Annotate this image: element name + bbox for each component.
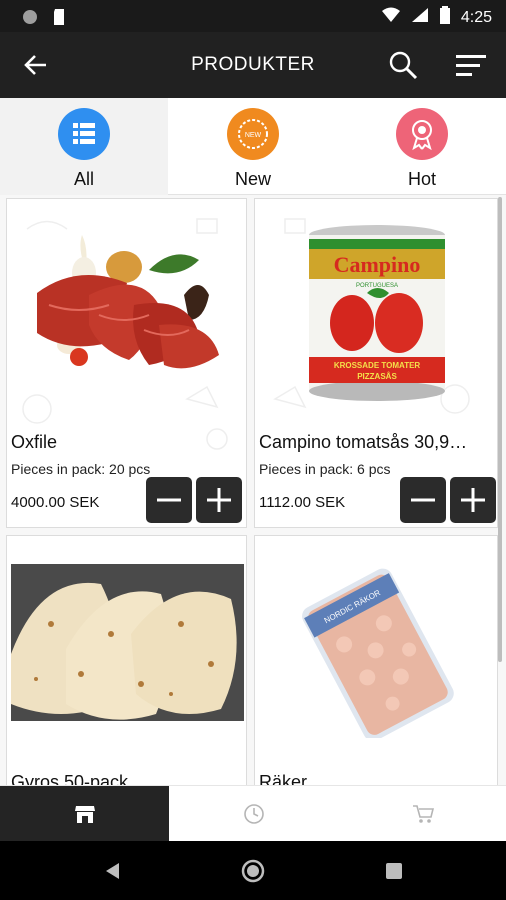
nav-cart[interactable]	[338, 786, 506, 842]
battery-icon	[439, 6, 451, 29]
product-card[interactable]: Campino PORTUGUESA KROSSADE TOMATER PIZZ…	[254, 198, 498, 528]
can-brand-text: Campino	[334, 252, 421, 277]
award-ribbon-icon	[396, 108, 448, 160]
minus-icon	[157, 498, 181, 502]
clock-icon	[243, 804, 264, 824]
cart-icon	[412, 805, 434, 823]
product-card[interactable]: NORDIC RÄKOR Räker	[254, 535, 498, 785]
product-name: Campino tomatsås 30,9…	[259, 432, 468, 452]
category-tabs: All NEW New Hot	[0, 98, 506, 195]
grid-scrollbar[interactable]	[498, 197, 502, 662]
minus-icon	[411, 498, 435, 502]
store-icon	[74, 806, 95, 823]
signal-icon	[411, 7, 429, 28]
system-recents-icon[interactable]	[382, 859, 406, 883]
wifi-icon	[381, 7, 401, 28]
new-badge-icon: NEW	[227, 108, 279, 160]
product-price: 1112.00 SEK	[259, 494, 346, 511]
plus-icon	[461, 488, 485, 512]
can-line2-text: PIZZASÅS	[357, 372, 397, 381]
product-image	[29, 225, 229, 375]
bottom-navigation	[0, 785, 506, 842]
nav-store[interactable]	[0, 786, 169, 842]
increase-quantity-button[interactable]	[196, 477, 242, 523]
notification-dot-icon	[22, 9, 38, 30]
product-name: Oxfile	[11, 432, 58, 452]
system-navigation-bar	[0, 841, 506, 900]
product-pack-size: Pieces in pack: 6 pcs	[259, 461, 391, 477]
product-image: Campino PORTUGUESA KROSSADE TOMATER PIZZ…	[307, 223, 447, 403]
system-back-icon[interactable]	[101, 859, 125, 883]
tab-all[interactable]: All	[0, 98, 168, 195]
product-card[interactable]: Oxfile Pieces in pack: 20 pcs 4000.00 SE…	[6, 198, 247, 528]
tab-new[interactable]: NEW New	[169, 98, 337, 195]
new-badge-text: NEW	[245, 132, 262, 139]
product-card[interactable]: Gyros 50-pack	[6, 535, 247, 785]
app-bar: PRODUKTER	[0, 32, 506, 98]
tab-label-all: All	[73, 169, 94, 189]
search-icon[interactable]	[388, 50, 418, 80]
product-grid: Oxfile Pieces in pack: 20 pcs 4000.00 SE…	[0, 195, 506, 785]
product-image	[11, 564, 244, 721]
tab-label-hot: Hot	[407, 169, 436, 189]
nav-history[interactable]	[169, 786, 338, 842]
product-pack-size: Pieces in pack: 20 pcs	[11, 461, 151, 477]
product-name: Gyros 50-pack	[11, 772, 129, 785]
list-icon	[58, 108, 110, 160]
tab-hot[interactable]: Hot	[338, 98, 506, 195]
status-bar: 4:25	[0, 0, 506, 32]
decrease-quantity-button[interactable]	[146, 477, 192, 523]
system-home-icon[interactable]	[241, 859, 265, 883]
plus-icon	[207, 488, 231, 512]
clock-time: 4:25	[460, 8, 492, 26]
page-title: PRODUKTER	[191, 54, 315, 75]
decrease-quantity-button[interactable]	[400, 477, 446, 523]
product-name: Räker	[259, 772, 308, 785]
sd-card-icon	[52, 8, 66, 31]
product-image: NORDIC RÄKOR	[285, 558, 475, 741]
tab-label-new: New	[234, 169, 271, 189]
increase-quantity-button[interactable]	[450, 477, 496, 523]
sort-icon[interactable]	[454, 52, 486, 80]
product-price: 4000.00 SEK	[11, 494, 100, 511]
can-line1-text: KROSSADE TOMATER	[334, 361, 421, 370]
